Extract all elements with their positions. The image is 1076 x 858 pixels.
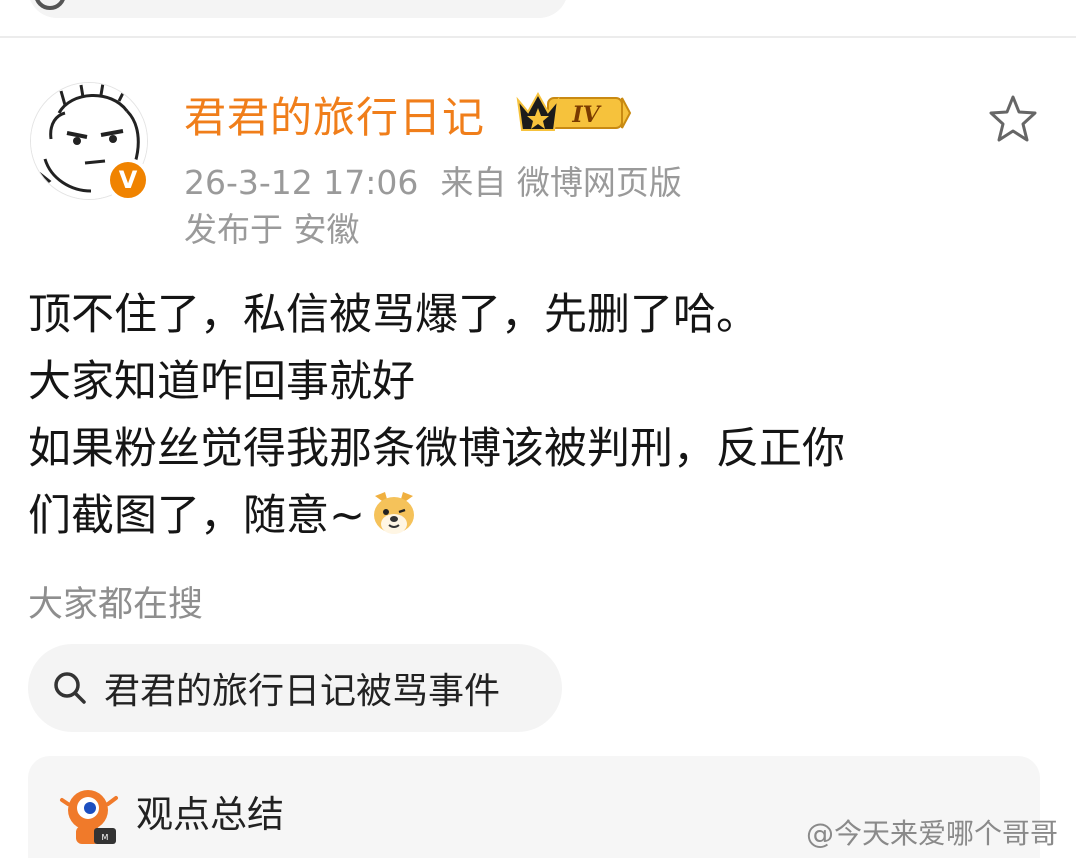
dog-face-emoji-icon — [374, 492, 415, 534]
post-location: 发布于 安徽 — [184, 210, 360, 249]
trending-search-label: 君君的旅行日记被骂事件 — [104, 671, 501, 712]
watermark: @今天来爱哪个哥哥 — [806, 817, 1059, 850]
post-body-line: 顶不住了，私信被骂爆了，先删了哈。 — [28, 290, 759, 340]
summary-label: 观点总结 — [136, 793, 284, 836]
post-body-line: 如果粉丝觉得我那条微博该被判刑，反正你 — [28, 424, 845, 474]
robot-mascot-icon: M — [60, 790, 118, 844]
weibo-post-screen: V 君君的旅行日记 IV 26-3-12 17:06 来自 微博网页版 发布于 安… — [0, 0, 1076, 858]
author-name[interactable]: 君君的旅行日记 — [184, 84, 485, 145]
post-body-last-line: 们截图了，随意~ — [28, 483, 1038, 550]
trending-search-chip[interactable]: 君君的旅行日记被骂事件 — [28, 644, 562, 732]
previous-search-chip[interactable] — [28, 0, 568, 18]
previous-card-edge — [0, 0, 1076, 38]
verified-badge-icon: V — [106, 158, 150, 202]
level-badge-text: IV — [571, 102, 601, 128]
star-outline-icon[interactable] — [986, 92, 1040, 146]
trending-search-title: 大家都在搜 — [28, 585, 204, 625]
post-timestamp: 26-3-12 17:06 — [184, 163, 419, 202]
post-body-line: 大家知道咋回事就好 — [28, 357, 415, 407]
search-icon — [54, 672, 86, 704]
post-source[interactable]: 来自 微博网页版 — [440, 163, 682, 202]
post-meta: 26-3-12 17:06 来自 微博网页版 — [184, 156, 682, 204]
post-body-line: 们截图了，随意~ — [28, 491, 366, 541]
post-body: 顶不住了，私信被骂爆了，先删了哈。 大家知道咋回事就好 如果粉丝觉得我那条微博该… — [28, 282, 1038, 550]
crown-level-badge-icon[interactable]: IV — [514, 86, 632, 136]
svg-text:M: M — [102, 833, 109, 842]
